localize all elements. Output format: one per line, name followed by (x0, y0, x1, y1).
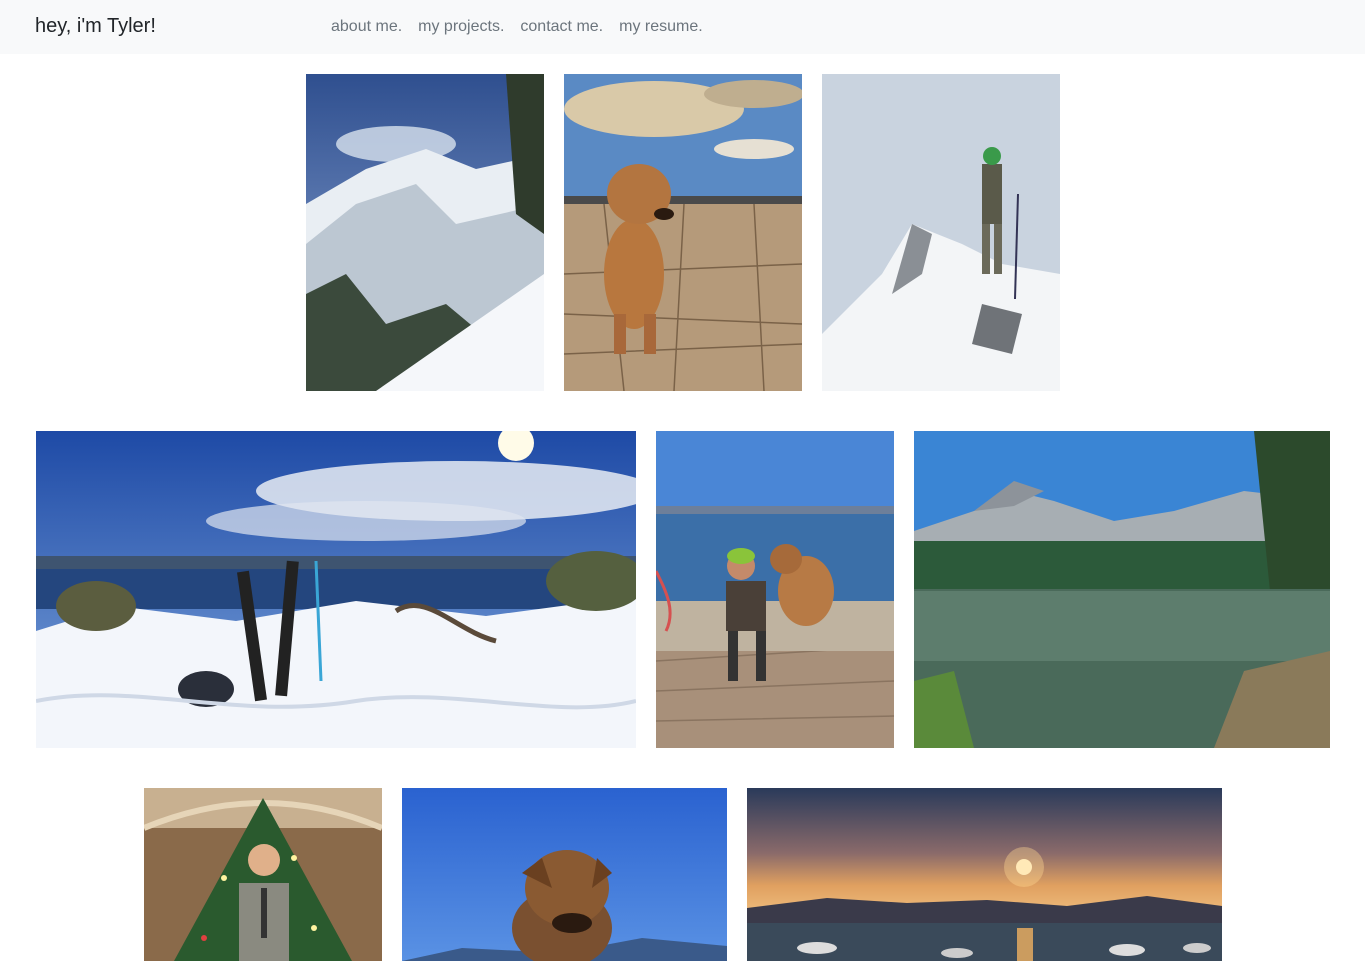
photo-man-with-dog (656, 431, 894, 748)
photo-skis-in-snow (36, 431, 636, 748)
nav-link-contact[interactable]: contact me. (520, 17, 603, 37)
nav-link-projects[interactable]: my projects. (418, 17, 504, 37)
photo-alpine-lake (914, 431, 1330, 748)
photo-snowy-mountain (306, 74, 544, 391)
photo-christmas-tree (144, 788, 382, 961)
photo-sunset-lake (747, 788, 1222, 961)
navbar: hey, i'm Tyler! about me. my projects. c… (0, 0, 1365, 54)
photo-hiker-summit (822, 74, 1060, 391)
nav-links: about me. my projects. contact me. my re… (331, 17, 719, 37)
nav-link-resume[interactable]: my resume. (619, 17, 703, 37)
photo-dog-blue-sky (402, 788, 727, 961)
brand-link[interactable]: hey, i'm Tyler! (35, 14, 156, 38)
nav-link-about[interactable]: about me. (331, 17, 402, 37)
photo-dog-desert (564, 74, 802, 391)
